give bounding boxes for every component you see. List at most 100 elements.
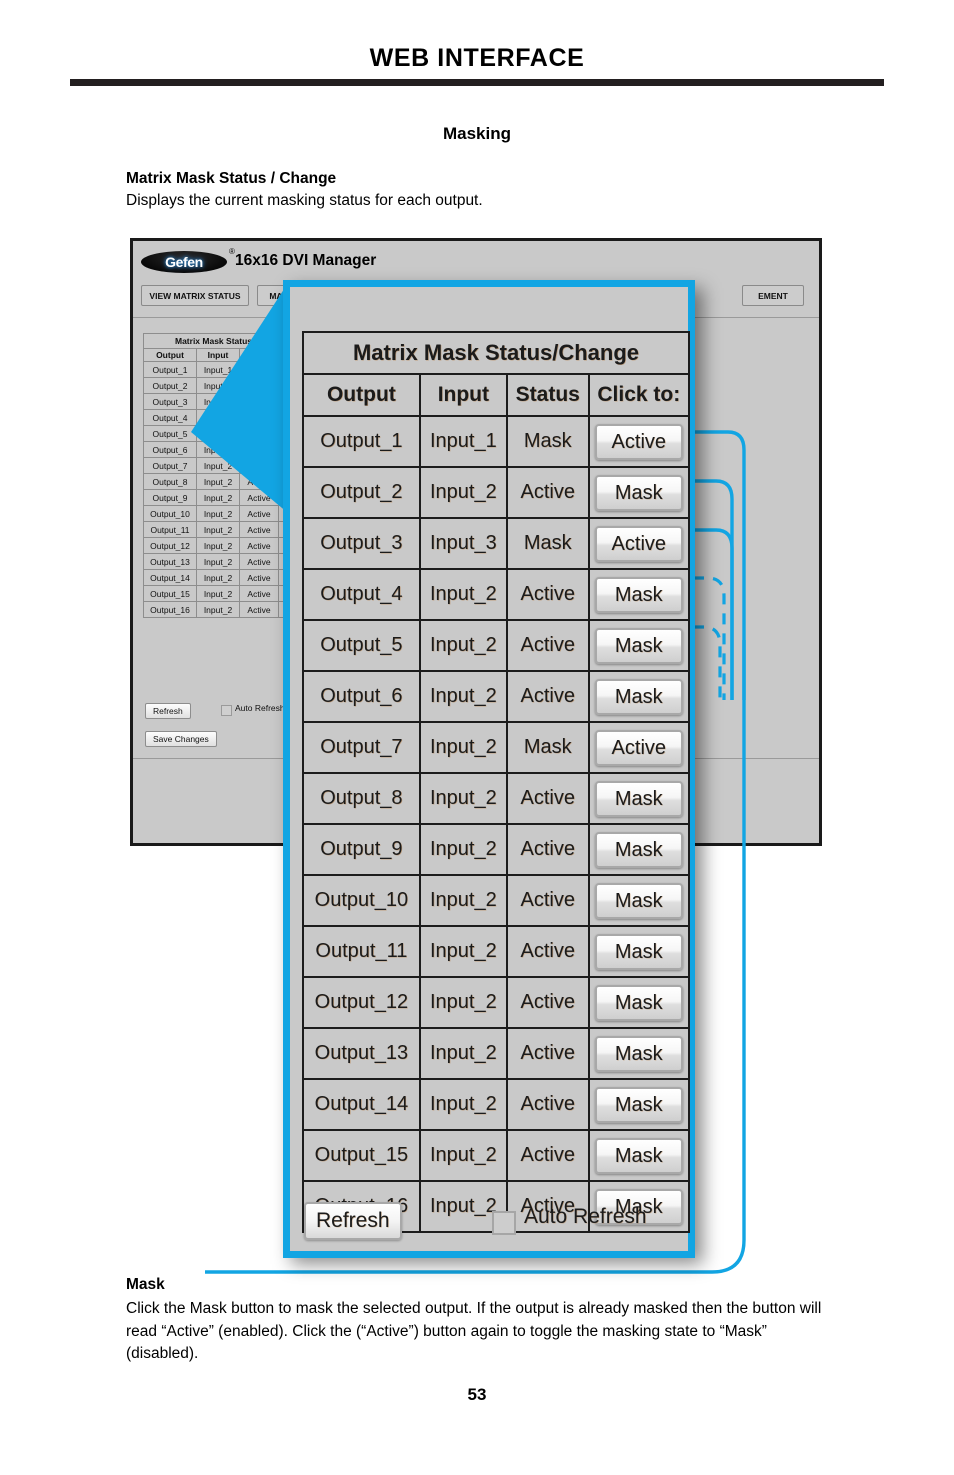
cell-input: Input_2 bbox=[196, 505, 240, 522]
cell-input: Input_2 bbox=[196, 569, 240, 586]
mask-toggle-button[interactable]: Mask bbox=[594, 831, 683, 868]
app-title: 16x16 DVI Manager bbox=[235, 252, 377, 269]
cell-output: Output_8 bbox=[302, 772, 421, 825]
mask-toggle-button[interactable]: Active bbox=[594, 423, 683, 460]
cell-action: Mask bbox=[587, 1078, 691, 1131]
mask-toggle-button[interactable]: Mask bbox=[594, 882, 683, 919]
cell-input: Input_2 bbox=[196, 537, 240, 554]
app-titlebar: Gefen ® 16x16 DVI Manager bbox=[133, 241, 819, 281]
cell-output: Output_2 bbox=[143, 377, 197, 394]
cell-status: Mask bbox=[505, 517, 590, 570]
cell-output: Output_12 bbox=[143, 537, 197, 554]
table-row: Output_11Input_2ActiveMask bbox=[302, 925, 691, 978]
cell-input: Input_2 bbox=[418, 721, 508, 774]
caption-label: Mask bbox=[126, 1276, 165, 1293]
cell-input: Input_2 bbox=[196, 553, 240, 570]
cell-status: Active bbox=[239, 441, 279, 458]
cell-input: Input_2 bbox=[418, 568, 508, 621]
subsection-description: Displays the current masking status for … bbox=[126, 192, 483, 209]
cell-action: Mask bbox=[587, 1027, 691, 1080]
cell-output: Output_11 bbox=[143, 521, 197, 538]
cell-action: Mask bbox=[587, 976, 691, 1029]
cell-status: Active bbox=[239, 521, 279, 538]
auto-refresh-checkbox[interactable] bbox=[492, 1211, 516, 1235]
cell-input: Input_2 bbox=[196, 489, 240, 506]
refresh-button-small[interactable]: Refresh bbox=[145, 703, 191, 719]
table-row: Output_14Input_2ActiveMask bbox=[302, 1078, 691, 1131]
table-title-row: Matrix Mask Status/Change bbox=[302, 331, 690, 375]
table-row: Output_3Input_3MaskActive bbox=[302, 517, 691, 570]
mask-toggle-button[interactable]: Mask bbox=[594, 627, 683, 664]
table-row: Output_9Input_2ActiveMask bbox=[302, 823, 691, 876]
cell-input: Input_2 bbox=[196, 425, 240, 442]
cell-status: Active bbox=[239, 537, 279, 554]
cell-output: Output_3 bbox=[302, 517, 421, 570]
cell-status: Active bbox=[239, 505, 279, 522]
table-row: Output_6Input_2ActiveMask bbox=[302, 670, 691, 723]
cell-output: Output_1 bbox=[143, 361, 197, 378]
cell-output: Output_4 bbox=[143, 409, 197, 426]
mask-toggle-button[interactable]: Mask bbox=[594, 780, 683, 817]
table-row: Output_4Input_2ActiveMask bbox=[302, 568, 691, 621]
cell-input: Input_2 bbox=[196, 457, 240, 474]
section-title: Masking bbox=[442, 124, 512, 143]
cell-input: Input_2 bbox=[196, 377, 240, 394]
cell-status: Active bbox=[505, 772, 590, 825]
table-header-row: OutputInputStatusClick to: bbox=[302, 373, 691, 417]
mask-toggle-button[interactable]: Mask bbox=[594, 576, 683, 613]
table-row: Output_12Input_2ActiveMask bbox=[302, 976, 691, 1029]
cell-status: Active bbox=[505, 670, 590, 723]
mask-toggle-button[interactable]: Mask bbox=[594, 933, 683, 970]
refresh-button[interactable]: Refresh bbox=[304, 1202, 402, 1240]
subsection-heading: Matrix Mask Status / Change bbox=[126, 170, 337, 187]
mask-toggle-button[interactable]: Mask bbox=[594, 1035, 683, 1072]
nav-button-0[interactable]: VIEW MATRIX STATUS bbox=[141, 285, 249, 306]
cell-input: Input_2 bbox=[196, 585, 240, 602]
mask-toggle-button[interactable]: Mask bbox=[594, 678, 683, 715]
auto-refresh-checkbox-small[interactable] bbox=[221, 705, 232, 716]
mask-toggle-button[interactable]: Mask bbox=[594, 1086, 683, 1123]
mask-toggle-button[interactable]: Mask bbox=[594, 984, 683, 1021]
cell-status: Mask bbox=[239, 393, 279, 410]
column-header-2: Status bbox=[505, 373, 590, 417]
cell-output: Output_1 bbox=[302, 415, 421, 468]
cell-input: Input_2 bbox=[418, 772, 508, 825]
cell-status: Active bbox=[239, 425, 279, 442]
cell-output: Output_9 bbox=[143, 489, 197, 506]
mask-toggle-button[interactable]: Active bbox=[594, 525, 683, 562]
cell-input: Input_1 bbox=[418, 415, 508, 468]
cell-input: Input_2 bbox=[418, 1129, 508, 1182]
page-title: WEB INTERFACE bbox=[369, 44, 585, 72]
table-row: Output_8Input_2ActiveMask bbox=[302, 772, 691, 825]
cell-input: Input_2 bbox=[418, 976, 508, 1029]
cell-status: Active bbox=[239, 569, 279, 586]
mask-toggle-button[interactable]: Active bbox=[594, 729, 683, 766]
mask-toggle-button[interactable]: Mask bbox=[594, 1137, 683, 1174]
cell-output: Output_5 bbox=[143, 425, 197, 442]
cell-input: Input_2 bbox=[418, 670, 508, 723]
cell-output: Output_8 bbox=[143, 473, 197, 490]
cell-status: Active bbox=[239, 473, 279, 490]
cell-action: Mask bbox=[587, 466, 691, 519]
cell-output: Output_10 bbox=[143, 505, 197, 522]
cell-output: Output_2 bbox=[302, 466, 421, 519]
cell-output: Output_13 bbox=[143, 553, 197, 570]
cell-status: Mask bbox=[505, 415, 590, 468]
cell-action: Mask bbox=[587, 619, 691, 672]
table-title: Matrix Mask Status/Change bbox=[302, 331, 690, 375]
save-changes-button-small[interactable]: Save Changes bbox=[145, 731, 217, 747]
cell-status: Active bbox=[505, 1078, 590, 1131]
cell-status: Active bbox=[505, 874, 590, 927]
cell-status: Mask bbox=[239, 457, 279, 474]
cell-output: Output_16 bbox=[143, 601, 197, 618]
callout-panel: Matrix Mask Status/Change Output Input Stat… bbox=[283, 280, 695, 1258]
cell-output: Output_5 bbox=[302, 619, 421, 672]
table-row: Output_1Input_1MaskActive bbox=[302, 415, 691, 468]
table-row: Output_13Input_2ActiveMask bbox=[302, 1027, 691, 1080]
cell-status: Active bbox=[505, 619, 590, 672]
cell-action: Mask bbox=[587, 772, 691, 825]
gefen-logo-text: Gefen bbox=[165, 254, 203, 270]
cell-input: Input_3 bbox=[418, 517, 508, 570]
nav-button-2[interactable]: EMENT bbox=[742, 285, 804, 306]
mask-toggle-button[interactable]: Mask bbox=[594, 474, 683, 511]
